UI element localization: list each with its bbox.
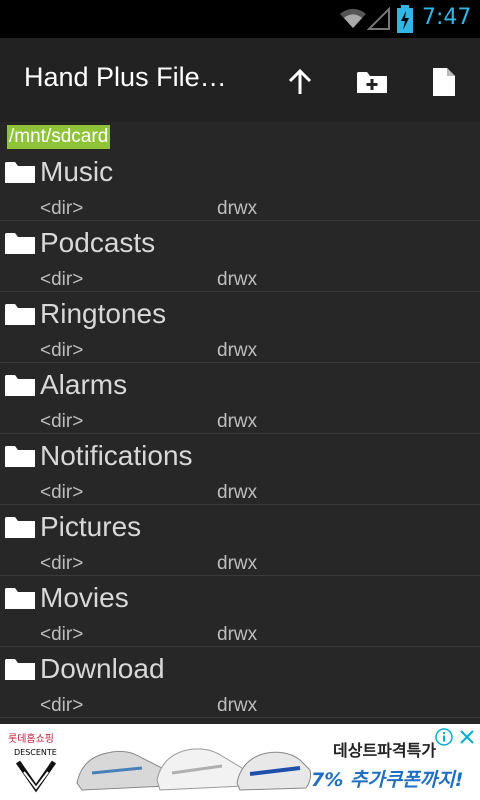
list-item[interactable]: Notifications <dir> drwx: [0, 434, 480, 505]
file-type: <dir>: [40, 198, 84, 219]
ad-subheadline: 7% 추가쿠폰까지!: [311, 769, 464, 791]
file-type: <dir>: [40, 340, 84, 361]
app-title: Hand Plus File…: [24, 62, 227, 92]
list-item[interactable]: Alarms <dir> drwx: [0, 363, 480, 434]
folder-icon: [5, 162, 35, 183]
list-item[interactable]: Ringtones <dir> drwx: [0, 292, 480, 363]
folder-icon: [5, 517, 35, 538]
file-permissions: drwx: [217, 695, 258, 716]
new-file-button[interactable]: [422, 60, 466, 104]
list-item[interactable]: Pictures <dir> drwx: [0, 505, 480, 576]
new-file-icon: [433, 68, 455, 96]
current-path: /mnt/sdcard: [7, 125, 111, 149]
folder-icon: [5, 588, 35, 609]
battery-charging-icon: [397, 5, 413, 33]
file-type: <dir>: [40, 269, 84, 290]
file-name: Notifications: [40, 440, 193, 471]
up-arrow-icon: [288, 68, 312, 94]
folder-icon: [5, 375, 35, 396]
file-type: <dir>: [40, 482, 84, 503]
ad-banner[interactable]: 롯데홈쇼핑 DESCENTE 데상트파격특가 7% 추가쿠폰까지!: [0, 724, 480, 800]
file-type: <dir>: [40, 411, 84, 432]
status-bar: 7:47: [0, 0, 480, 38]
new-folder-icon: [357, 72, 387, 93]
file-permissions: drwx: [217, 340, 258, 361]
go-up-button[interactable]: [278, 60, 322, 104]
file-type: <dir>: [40, 553, 84, 574]
new-folder-button[interactable]: [350, 60, 394, 104]
list-item[interactable]: Download <dir> drwx: [0, 647, 480, 718]
file-permissions: drwx: [217, 411, 258, 432]
signal-icon: [367, 7, 390, 30]
list-item[interactable]: Movies <dir> drwx: [0, 576, 480, 647]
folder-icon: [5, 233, 35, 254]
file-name: Ringtones: [40, 298, 167, 329]
folder-icon: [5, 446, 35, 467]
ad-logo-text: DESCENTE: [14, 748, 57, 757]
file-name: Movies: [40, 582, 129, 613]
folder-icon: [5, 659, 35, 680]
list-item[interactable]: Music <dir> drwx: [0, 150, 480, 221]
list-item[interactable]: Podcasts <dir> drwx: [0, 221, 480, 292]
status-clock: 7:47: [422, 5, 472, 30]
file-name: Alarms: [40, 369, 128, 400]
path-bar: /mnt/sdcard: [0, 122, 480, 152]
action-bar: Hand Plus File…: [0, 38, 480, 122]
file-type: <dir>: [40, 624, 84, 645]
shoes-image: [76, 748, 311, 791]
file-name: Download: [40, 653, 165, 684]
file-type: <dir>: [40, 695, 84, 716]
ad-headline: 데상트파격특가: [333, 741, 437, 760]
info-icon[interactable]: [435, 728, 453, 746]
file-name: Music: [40, 156, 114, 187]
file-name: Podcasts: [40, 227, 156, 258]
close-icon[interactable]: [458, 728, 476, 746]
file-permissions: drwx: [217, 269, 258, 290]
file-permissions: drwx: [217, 482, 258, 503]
file-list: Music <dir> drwx Podcasts <dir> drwx Rin…: [0, 150, 480, 718]
ad-brand-text: 롯데홈쇼핑: [8, 734, 54, 745]
file-permissions: drwx: [217, 198, 258, 219]
file-permissions: drwx: [217, 624, 258, 645]
file-name: Pictures: [40, 511, 142, 542]
folder-icon: [5, 304, 35, 325]
file-permissions: drwx: [217, 553, 258, 574]
wifi-icon: [340, 8, 366, 28]
